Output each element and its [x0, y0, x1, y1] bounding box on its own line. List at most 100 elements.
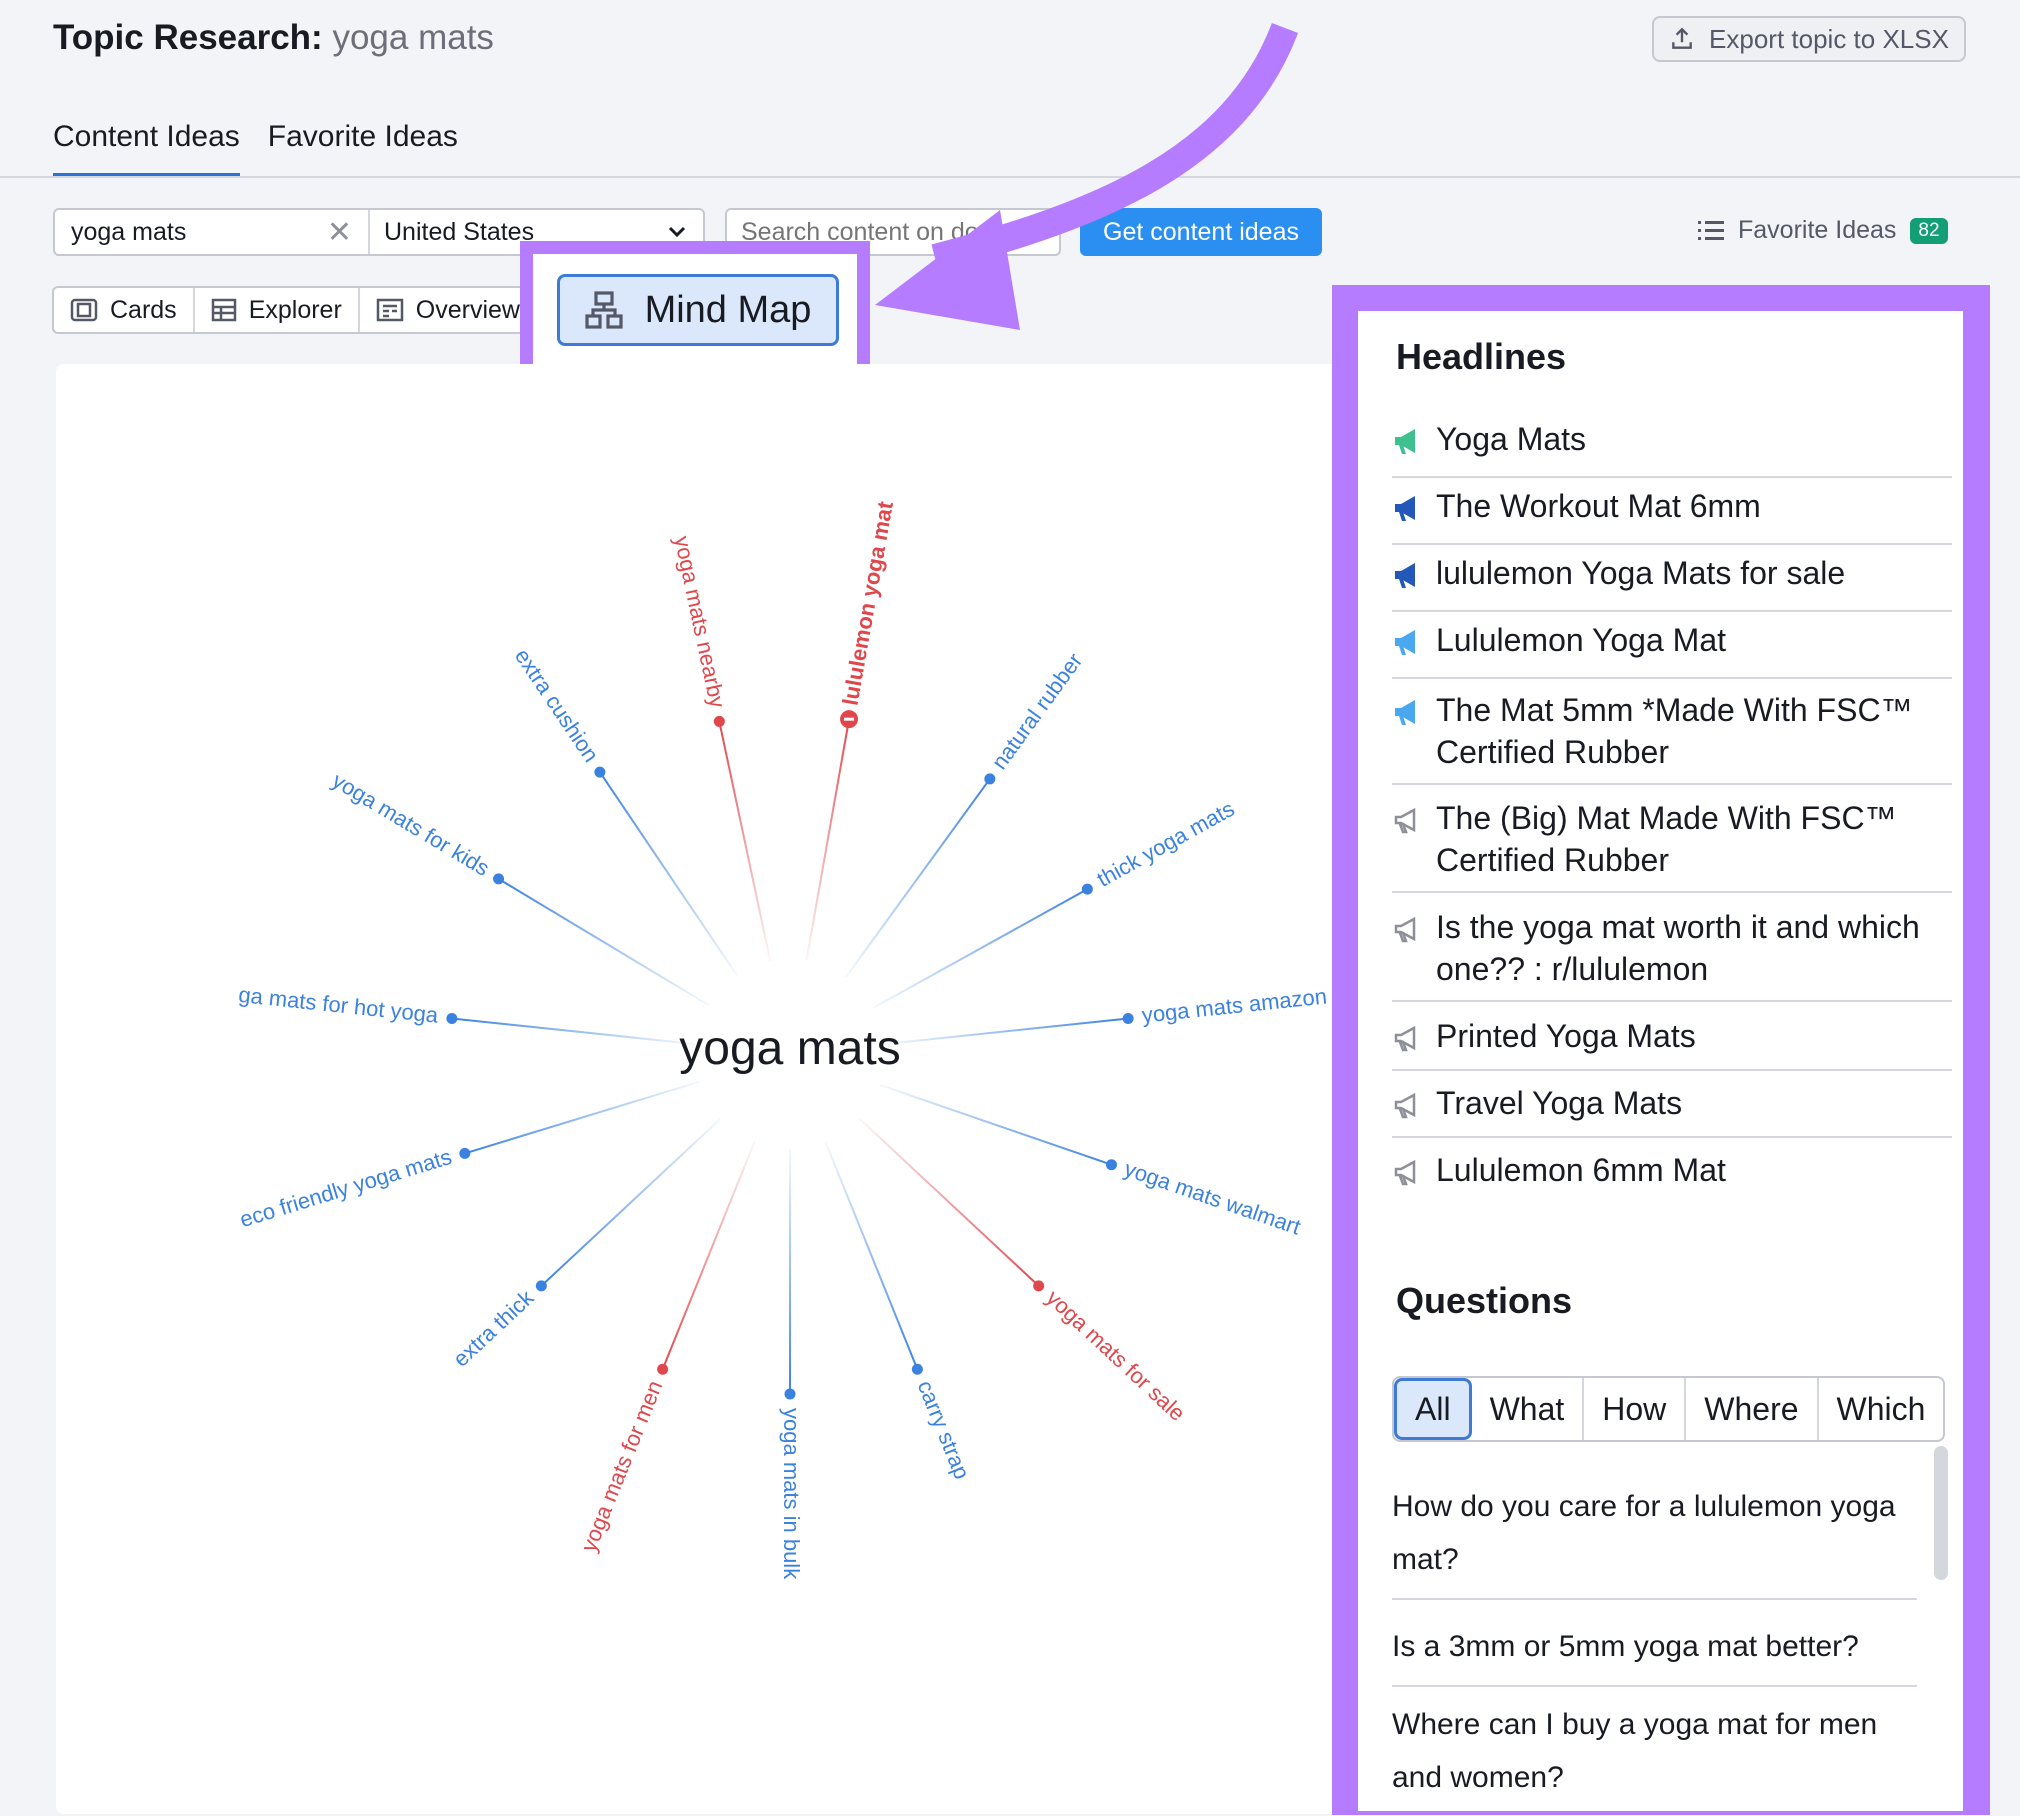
headline-item[interactable]: The Mat 5mm *Made With FSC™ Certified Ru…: [1392, 689, 1952, 785]
mind-map-node-label[interactable]: thick yoga mats: [1093, 796, 1239, 892]
topic-input-value: yoga mats: [71, 217, 187, 246]
mind-map-edge: [845, 778, 991, 978]
mind-map-node-dot[interactable]: [535, 1280, 547, 1292]
mind-map-edge: [879, 1083, 1112, 1166]
mind-map-edge: [884, 1017, 1129, 1046]
megaphone-icon: [1395, 496, 1415, 521]
mind-map-node-dot[interactable]: [493, 873, 505, 885]
tab-content-ideas[interactable]: Content Ideas: [53, 120, 240, 178]
mind-map-node-label[interactable]: yoga mats for sale: [1042, 1285, 1191, 1426]
headline-item[interactable]: The Workout Mat 6mm: [1392, 485, 1952, 545]
question-item[interactable]: Is a 3mm or 5mm yoga mat better?: [1392, 1610, 1917, 1687]
megaphone-icon: [1395, 563, 1415, 588]
headline-item[interactable]: The (Big) Mat Made With FSC™ Certified R…: [1392, 797, 1952, 893]
mind-map-card: yoga mats nearby lululemon yoga mat natura…: [56, 364, 1356, 1814]
export-label: Export topic to XLSX: [1709, 23, 1949, 54]
country-select-value: United States: [384, 217, 535, 246]
annotation-arrow: [875, 22, 1299, 330]
mind-map-node-label[interactable]: yoga mats for kids: [328, 768, 494, 881]
mind-map-node-dot[interactable]: [911, 1363, 923, 1375]
headlines-title: Headlines: [1396, 336, 1567, 377]
list-icon: [1698, 220, 1724, 240]
mind-map-node-dot[interactable]: [594, 766, 606, 778]
filter-what[interactable]: What: [1472, 1378, 1585, 1440]
upload-icon: [1672, 27, 1692, 49]
mindmap-icon: [584, 291, 623, 329]
mind-map-node-dot[interactable]: [1081, 883, 1093, 895]
mind-map-node-label[interactable]: yoga mats nearby: [669, 534, 730, 710]
mind-map-node-label[interactable]: yoga mats in bulk: [779, 1408, 804, 1580]
headline-text: Is the yoga mat worth it and which one??…: [1436, 909, 1920, 987]
megaphone-icon: [1395, 630, 1415, 655]
mind-map-edge: [464, 1080, 700, 1155]
view-overview-label: Overview: [415, 295, 520, 324]
mind-map-node-label[interactable]: carry strap: [913, 1377, 975, 1483]
filter-how[interactable]: How: [1584, 1378, 1687, 1440]
view-explorer-label: Explorer: [248, 295, 342, 324]
headline-text: Yoga Mats: [1436, 421, 1587, 457]
question-item[interactable]: How do you care for a lululemon yoga mat…: [1392, 1470, 1917, 1600]
filter-where[interactable]: Where: [1686, 1378, 1819, 1440]
mind-map-node-label[interactable]: yoga mats walmart: [1121, 1156, 1304, 1240]
filter-all[interactable]: All: [1394, 1378, 1472, 1440]
export-button[interactable]: Export topic to XLSX: [1652, 16, 1966, 62]
mind-map-node-dot[interactable]: [784, 1388, 796, 1400]
mind-map-node-label[interactable]: extra cushion: [510, 644, 604, 766]
mind-map-node-label[interactable]: yoga mats amazon: [1141, 983, 1328, 1027]
topic-input[interactable]: yoga mats ✕: [55, 210, 370, 254]
filter-which[interactable]: Which: [1819, 1378, 1944, 1440]
mind-map-node-dot[interactable]: [657, 1363, 669, 1375]
mind-map-node-dot[interactable]: [984, 773, 996, 785]
question-filter: All What How Where Which: [1392, 1376, 1946, 1442]
favorite-ideas-link[interactable]: Favorite Ideas 82: [1698, 216, 1948, 245]
mind-map-edge: [451, 1017, 696, 1046]
tab-favorite-ideas[interactable]: Favorite Ideas: [268, 120, 458, 178]
collapse-icon[interactable]: [844, 717, 855, 721]
mind-map-node-dot[interactable]: [1122, 1012, 1134, 1024]
mind-map-node-dot[interactable]: [446, 1012, 458, 1024]
mind-map-node-dot[interactable]: [1105, 1159, 1117, 1171]
mind-map-node-dot[interactable]: [713, 715, 725, 727]
view-explorer-button[interactable]: Explorer: [195, 288, 360, 332]
mind-map-node-label[interactable]: yoga mats for men: [576, 1377, 667, 1555]
headline-item[interactable]: Printed Yoga Mats: [1392, 1015, 1952, 1071]
questions-scrollbar[interactable]: [1934, 1446, 1948, 1580]
question-item[interactable]: Where can I buy a yoga mat for men and w…: [1392, 1688, 1917, 1816]
headline-text: lululemon Yoga Mats for sale: [1436, 555, 1846, 591]
megaphone-outline-icon: [1394, 1092, 1416, 1119]
view-cards-label: Cards: [110, 295, 177, 324]
chevron-down-icon: [668, 226, 686, 238]
headline-item[interactable]: Is the yoga mat worth it and which one??…: [1392, 906, 1952, 1002]
headline-item[interactable]: Travel Yoga Mats: [1392, 1082, 1952, 1138]
page-title-label: Topic Research:: [53, 18, 323, 57]
mind-map-node-label[interactable]: extra thick: [448, 1284, 539, 1371]
headline-item[interactable]: Lululemon Yoga Mat: [1392, 619, 1952, 679]
favorite-ideas-label: Favorite Ideas: [1738, 216, 1897, 244]
megaphone-outline-icon: [1394, 1159, 1416, 1186]
headline-text: The (Big) Mat Made With FSC™ Certified R…: [1436, 800, 1897, 878]
mind-map-edge: [498, 878, 710, 1006]
mind-map-node-label[interactable]: lululemon yoga mat: [837, 499, 898, 707]
mind-map: yoga mats nearby lululemon yoga mat natura…: [237, 499, 1328, 1580]
headline-item[interactable]: lululemon Yoga Mats for sale: [1392, 552, 1952, 612]
favorite-count-badge: 82: [1910, 217, 1948, 244]
mind-map-edge: [540, 1118, 722, 1287]
mind-map-node-label[interactable]: natural rubber: [987, 648, 1088, 774]
headline-item[interactable]: Yoga Mats: [1392, 418, 1952, 478]
mind-map-node-label[interactable]: eco friendly yoga mats: [237, 1144, 455, 1232]
headline-text: Printed Yoga Mats: [1436, 1018, 1696, 1054]
mind-map-node-label[interactable]: ga mats for hot yoga: [237, 982, 440, 1028]
headline-text: The Mat 5mm *Made With FSC™ Certified Ru…: [1436, 692, 1913, 770]
table-icon: [211, 298, 236, 322]
mind-map-edge: [872, 888, 1088, 1009]
mind-map-edge: [718, 721, 772, 962]
megaphone-outline-icon: [1394, 807, 1416, 834]
clear-icon[interactable]: ✕: [327, 215, 352, 250]
mind-map-center-label: yoga mats: [679, 1022, 900, 1075]
headline-item[interactable]: Lululemon 6mm Mat: [1392, 1149, 1952, 1205]
mind-map-node-dot[interactable]: [459, 1147, 471, 1159]
megaphone-outline-icon: [1394, 916, 1416, 943]
mind-map-node-dot[interactable]: [1033, 1280, 1045, 1292]
view-cards-button[interactable]: Cards: [54, 288, 195, 332]
questions-title: Questions: [1396, 1280, 1573, 1321]
